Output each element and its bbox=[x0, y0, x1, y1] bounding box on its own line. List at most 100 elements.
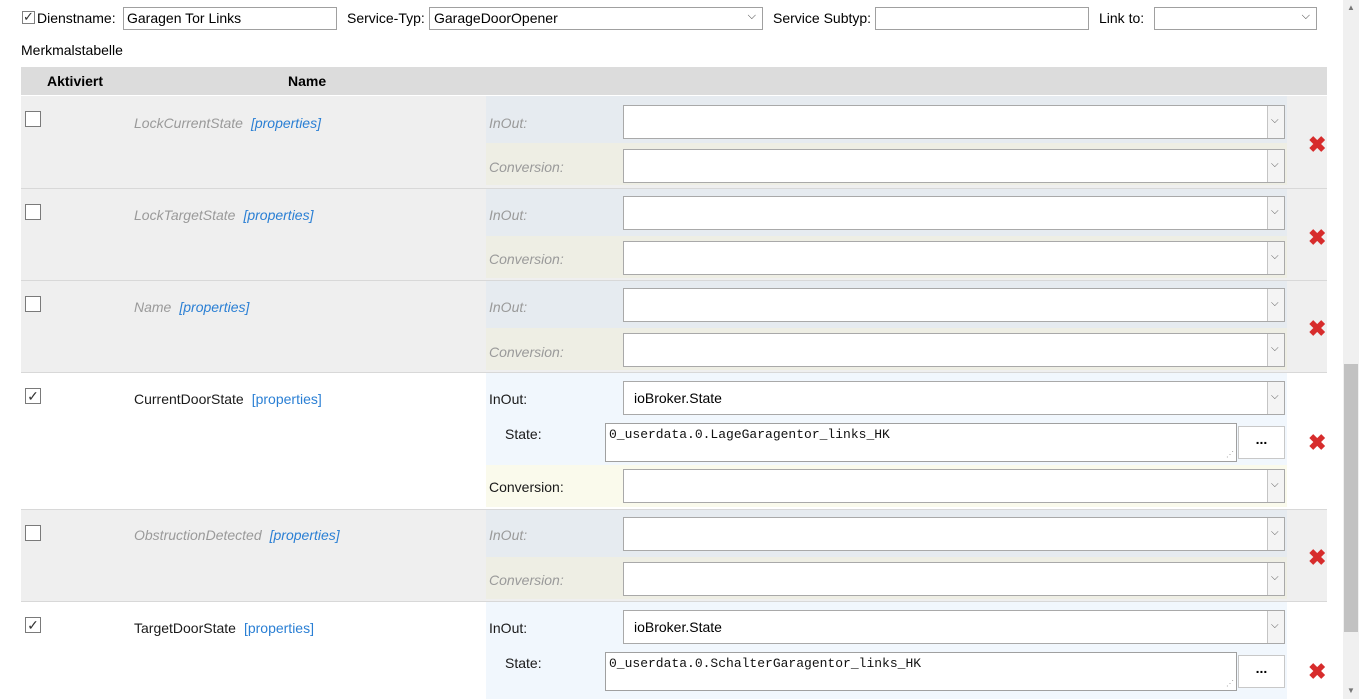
table-row: LockCurrentState [properties] InOut: ⌵ Co… bbox=[21, 96, 1327, 189]
enable-checkbox[interactable]: ✓ bbox=[25, 388, 41, 404]
conversion-label: Conversion: bbox=[489, 572, 564, 588]
check-icon: ✓ bbox=[27, 388, 39, 404]
chevron-down-icon: ⌵ bbox=[1271, 620, 1279, 631]
enable-checkbox[interactable]: ✓ bbox=[25, 617, 41, 633]
delete-icon[interactable]: ✖ bbox=[1308, 132, 1326, 158]
scroll-up-icon[interactable]: ▲ bbox=[1347, 3, 1355, 12]
vertical-scrollbar[interactable]: ▲ ▼ bbox=[1343, 0, 1359, 699]
browse-button[interactable]: ... bbox=[1238, 426, 1285, 459]
conversion-block: Conversion: ⌵ bbox=[486, 465, 1287, 507]
check-icon: ✓ bbox=[23, 9, 34, 24]
chevron-down-icon: ⌵ bbox=[1271, 479, 1279, 490]
servicetyp-value: GarageDoorOpener bbox=[434, 10, 558, 26]
row-name: TargetDoorState [properties] bbox=[134, 620, 314, 636]
conversion-block: Conversion: ⌵ bbox=[486, 328, 1287, 370]
inout-select[interactable]: ioBroker.State ⌵ bbox=[623, 381, 1285, 415]
row-name-text: LockTargetState bbox=[134, 207, 236, 223]
conversion-block: Conversion: ⌵ bbox=[486, 143, 1287, 185]
linkto-label: Link to: bbox=[1099, 10, 1145, 26]
row-name-text: Name bbox=[134, 299, 172, 315]
row-name: CurrentDoorState [properties] bbox=[134, 391, 322, 407]
inout-label: InOut: bbox=[489, 299, 528, 315]
delete-icon[interactable]: ✖ bbox=[1308, 316, 1326, 342]
inout-select[interactable]: ⌵ bbox=[623, 196, 1285, 230]
column-name: Name bbox=[288, 73, 327, 89]
properties-link[interactable]: [properties] bbox=[270, 527, 340, 543]
conversion-select[interactable]: ⌵ bbox=[623, 149, 1285, 183]
table-header: Aktiviert Name bbox=[21, 67, 1327, 95]
servicetyp-label: Service-Typ: bbox=[347, 10, 425, 26]
delete-icon[interactable]: ✖ bbox=[1308, 225, 1326, 251]
check-icon: ✓ bbox=[27, 617, 39, 633]
inout-select[interactable]: ⌵ bbox=[623, 517, 1285, 551]
properties-link[interactable]: [properties] bbox=[244, 620, 314, 636]
state-input[interactable]: 0_userdata.0.LageGaragentor_links_HK ⋰ bbox=[605, 423, 1237, 462]
state-value: 0_userdata.0.LageGaragentor_links_HK bbox=[609, 427, 890, 442]
table-row: Name [properties] InOut: ⌵ Conversion: ⌵ … bbox=[21, 281, 1327, 373]
service-header: ✓ Dienstname: Garagen Tor Links Service-… bbox=[0, 0, 1359, 40]
properties-link[interactable]: [properties] bbox=[251, 115, 321, 131]
table-row: ObstructionDetected [properties] InOut: ⌵… bbox=[21, 510, 1327, 602]
conversion-select[interactable]: ⌵ bbox=[623, 469, 1285, 503]
enable-checkbox[interactable] bbox=[25, 204, 41, 220]
chevron-down-icon: ⌵ bbox=[1271, 391, 1279, 402]
chevron-down-icon: ⌵ bbox=[1301, 10, 1310, 22]
inout-select[interactable]: ioBroker.State ⌵ bbox=[623, 610, 1285, 644]
properties-link[interactable]: [properties] bbox=[243, 207, 313, 223]
linkto-select[interactable]: ⌵ bbox=[1154, 7, 1317, 30]
state-value: 0_userdata.0.SchalterGaragentor_links_HK bbox=[609, 656, 922, 671]
inout-select[interactable]: ⌵ bbox=[623, 105, 1285, 139]
chevron-down-icon: ⌵ bbox=[1271, 572, 1279, 583]
conversion-block: Conversion: ⌵ bbox=[486, 236, 1287, 278]
delete-icon[interactable]: ✖ bbox=[1308, 545, 1326, 571]
inout-value: ioBroker.State bbox=[634, 619, 722, 635]
inout-block: InOut: ⌵ bbox=[486, 510, 1287, 557]
conversion-select[interactable]: ⌵ bbox=[623, 562, 1285, 596]
subtyp-label: Service Subtyp: bbox=[773, 10, 872, 26]
chevron-down-icon: ⌵ bbox=[1271, 298, 1279, 309]
delete-icon[interactable]: ✖ bbox=[1308, 430, 1326, 456]
scrollbar-thumb[interactable] bbox=[1344, 364, 1358, 632]
chevron-down-icon: ⌵ bbox=[1271, 206, 1279, 217]
chevron-down-icon: ⌵ bbox=[1271, 343, 1279, 354]
conversion-label: Conversion: bbox=[489, 159, 564, 175]
inout-select[interactable]: ⌵ bbox=[623, 288, 1285, 322]
table-title: Merkmalstabelle bbox=[21, 42, 123, 58]
resize-grip-icon[interactable]: ⋰ bbox=[1226, 450, 1234, 460]
servicetyp-select[interactable]: GarageDoorOpener ⌵ bbox=[429, 7, 763, 30]
dienstname-input[interactable]: Garagen Tor Links bbox=[123, 7, 337, 30]
delete-icon[interactable]: ✖ bbox=[1308, 659, 1326, 685]
column-aktiviert: Aktiviert bbox=[47, 73, 104, 89]
state-input[interactable]: 0_userdata.0.SchalterGaragentor_links_HK… bbox=[605, 652, 1237, 691]
chevron-down-icon: ⌵ bbox=[1271, 159, 1279, 170]
browse-button[interactable]: ... bbox=[1238, 655, 1285, 688]
enable-checkbox[interactable] bbox=[25, 111, 41, 127]
properties-link[interactable]: [properties] bbox=[252, 391, 322, 407]
chevron-down-icon: ⌵ bbox=[1271, 251, 1279, 262]
scroll-down-icon[interactable]: ▼ bbox=[1347, 686, 1355, 695]
properties-link[interactable]: [properties] bbox=[179, 299, 249, 315]
row-name: Name [properties] bbox=[134, 299, 249, 315]
enable-checkbox[interactable] bbox=[25, 525, 41, 541]
table-row: LockTargetState [properties] InOut: ⌵ Con… bbox=[21, 189, 1327, 281]
resize-grip-icon[interactable]: ⋰ bbox=[1226, 679, 1234, 689]
enable-checkbox[interactable] bbox=[25, 296, 41, 312]
conversion-select[interactable]: ⌵ bbox=[623, 241, 1285, 275]
chevron-down-icon: ⌵ bbox=[747, 10, 756, 22]
conversion-label: Conversion: bbox=[489, 479, 564, 495]
row-name-text: TargetDoorState bbox=[134, 620, 236, 636]
state-label: State: bbox=[505, 655, 542, 671]
conversion-label: Conversion: bbox=[489, 344, 564, 360]
inout-value: ioBroker.State bbox=[634, 390, 722, 406]
subtyp-input[interactable] bbox=[875, 7, 1089, 30]
row-name: LockCurrentState [properties] bbox=[134, 115, 321, 131]
chevron-down-icon: ⌵ bbox=[1271, 115, 1279, 126]
conversion-label: Conversion: bbox=[489, 251, 564, 267]
row-name-text: CurrentDoorState bbox=[134, 391, 244, 407]
row-name: LockTargetState [properties] bbox=[134, 207, 314, 223]
inout-label: InOut: bbox=[489, 115, 528, 131]
dienstname-checkbox[interactable]: ✓ bbox=[22, 9, 35, 24]
dienstname-label: Dienstname: bbox=[37, 10, 116, 26]
chevron-down-icon: ⌵ bbox=[1271, 527, 1279, 538]
conversion-select[interactable]: ⌵ bbox=[623, 333, 1285, 367]
